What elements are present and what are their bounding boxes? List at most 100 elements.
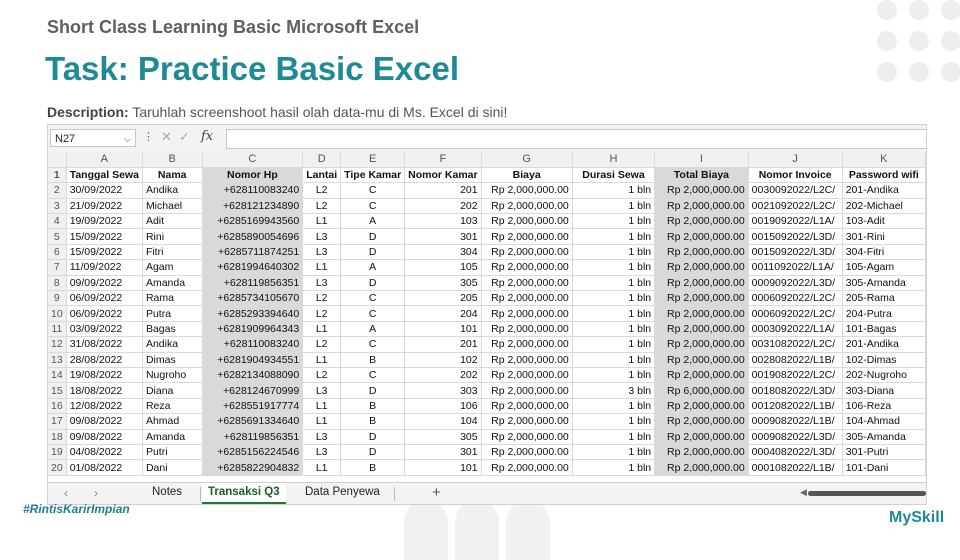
table-cell[interactable]: Rp 2,000,000.00: [481, 352, 573, 368]
table-cell[interactable]: L1: [302, 413, 342, 430]
table-cell[interactable]: 0011092022/L1A/: [748, 259, 843, 276]
row-number[interactable]: 1: [48, 167, 67, 184]
row-number[interactable]: 18: [48, 429, 67, 445]
table-cell[interactable]: Putri: [142, 444, 203, 461]
table-cell[interactable]: +6285293394640: [202, 305, 304, 322]
table-cell[interactable]: 11/09/2022: [66, 259, 143, 276]
table-cell[interactable]: 201: [404, 182, 482, 199]
table-cell[interactable]: 19/09/2022: [66, 213, 143, 230]
table-cell[interactable]: D: [340, 275, 406, 292]
table-cell[interactable]: 09/08/2022: [66, 429, 143, 445]
table-cell[interactable]: 301-Rini: [842, 228, 926, 245]
table-cell[interactable]: 202-Nugroho: [842, 367, 926, 384]
table-cell[interactable]: 304: [404, 244, 482, 261]
row-number[interactable]: 6: [48, 244, 67, 261]
table-cell[interactable]: 19/08/2022: [66, 367, 143, 384]
table-cell[interactable]: Rp 2,000,000.00: [654, 352, 749, 368]
table-cell[interactable]: Diana: [142, 382, 203, 399]
check-icon[interactable]: ✓: [179, 129, 190, 145]
table-cell[interactable]: 201-Andika: [842, 182, 926, 199]
table-cell[interactable]: +6285711874251: [202, 244, 304, 261]
table-cell[interactable]: 3 bln: [572, 382, 656, 399]
table-cell[interactable]: L3: [302, 429, 342, 445]
table-cell[interactable]: 101-Bagas: [842, 321, 926, 338]
table-cell[interactable]: L1: [302, 459, 342, 476]
table-cell[interactable]: 204: [404, 305, 482, 322]
table-cell[interactable]: 1 bln: [572, 213, 656, 230]
table-cell[interactable]: Rp 2,000,000.00: [481, 275, 573, 292]
column-header[interactable]: E: [340, 152, 406, 168]
table-cell[interactable]: C: [340, 198, 406, 215]
table-cell[interactable]: Rp 2,000,000.00: [481, 336, 573, 353]
table-cell[interactable]: L1: [302, 352, 342, 368]
column-header[interactable]: F: [404, 152, 482, 168]
table-cell[interactable]: Rp 2,000,000.00: [654, 321, 749, 338]
table-cell[interactable]: +6281994640302: [202, 259, 304, 276]
table-cell[interactable]: Michael: [142, 198, 203, 215]
header-cell[interactable]: Nama: [142, 167, 203, 184]
table-cell[interactable]: Rp 2,000,000.00: [481, 305, 573, 322]
table-cell[interactable]: +628110083240: [202, 336, 304, 353]
row-number[interactable]: 17: [48, 413, 67, 430]
table-cell[interactable]: L3: [302, 444, 342, 461]
table-cell[interactable]: 0006092022/L2C/: [748, 290, 843, 307]
row-number[interactable]: 8: [48, 275, 67, 292]
table-cell[interactable]: Rp 2,000,000.00: [654, 182, 749, 199]
row-number[interactable]: 16: [48, 398, 67, 415]
table-cell[interactable]: 201: [404, 336, 482, 353]
table-cell[interactable]: 301-Putri: [842, 444, 926, 461]
table-cell[interactable]: 1 bln: [572, 305, 656, 322]
table-cell[interactable]: Rini: [142, 228, 203, 245]
table-cell[interactable]: B: [340, 352, 406, 368]
table-cell[interactable]: 09/08/2022: [66, 413, 143, 430]
table-cell[interactable]: C: [340, 305, 406, 322]
table-cell[interactable]: Rp 2,000,000.00: [654, 259, 749, 276]
table-cell[interactable]: D: [340, 444, 406, 461]
table-cell[interactable]: 105: [404, 259, 482, 276]
table-cell[interactable]: 205-Rama: [842, 290, 926, 307]
column-header[interactable]: H: [572, 152, 656, 168]
table-cell[interactable]: 0015092022/L3D/: [748, 228, 843, 245]
table-cell[interactable]: 1 bln: [572, 275, 656, 292]
table-cell[interactable]: 0030092022/L2C/: [748, 182, 843, 199]
table-cell[interactable]: Agam: [142, 259, 203, 276]
table-cell[interactable]: Nugroho: [142, 367, 203, 384]
function-icon[interactable]: fx: [201, 129, 213, 144]
table-cell[interactable]: +6285822904832: [202, 459, 304, 476]
table-cell[interactable]: 1 bln: [572, 182, 656, 199]
table-cell[interactable]: 1 bln: [572, 459, 656, 476]
table-cell[interactable]: C: [340, 182, 406, 199]
table-cell[interactable]: +6285734105670: [202, 290, 304, 307]
table-cell[interactable]: 103-Adit: [842, 213, 926, 230]
table-cell[interactable]: +6285169943560: [202, 213, 304, 230]
table-cell[interactable]: L2: [302, 367, 342, 384]
table-cell[interactable]: 0019082022/L2C/: [748, 367, 843, 384]
table-cell[interactable]: 1 bln: [572, 336, 656, 353]
table-cell[interactable]: 202-Michael: [842, 198, 926, 215]
table-cell[interactable]: A: [340, 259, 406, 276]
table-cell[interactable]: 304-Fitri: [842, 244, 926, 261]
table-cell[interactable]: L2: [302, 336, 342, 353]
table-cell[interactable]: 303: [404, 382, 482, 399]
table-cell[interactable]: +628110083240: [202, 182, 304, 199]
table-cell[interactable]: B: [340, 413, 406, 430]
table-cell[interactable]: Rp 2,000,000.00: [654, 290, 749, 307]
column-header[interactable]: D: [302, 152, 342, 168]
table-cell[interactable]: 1 bln: [572, 398, 656, 415]
table-cell[interactable]: 0018082022/L3D/: [748, 382, 843, 399]
table-cell[interactable]: 1 bln: [572, 352, 656, 368]
table-cell[interactable]: Rp 2,000,000.00: [481, 213, 573, 230]
tab-transaksi-q3[interactable]: Transaksi Q3: [202, 483, 286, 504]
table-cell[interactable]: 101-Dani: [842, 459, 926, 476]
table-cell[interactable]: A: [340, 213, 406, 230]
prev-sheet-icon[interactable]: ‹: [64, 486, 68, 500]
column-header[interactable]: G: [481, 152, 573, 168]
table-cell[interactable]: 305-Amanda: [842, 275, 926, 292]
header-cell[interactable]: Lantai: [302, 167, 342, 184]
header-cell[interactable]: Password wifi: [842, 167, 926, 184]
table-cell[interactable]: +628119856351: [202, 429, 304, 445]
table-cell[interactable]: 0001082022/L1B/: [748, 459, 843, 476]
table-cell[interactable]: 0006092022/L2C/: [748, 305, 843, 322]
table-cell[interactable]: 201-Andika: [842, 336, 926, 353]
table-cell[interactable]: Rp 2,000,000.00: [654, 398, 749, 415]
